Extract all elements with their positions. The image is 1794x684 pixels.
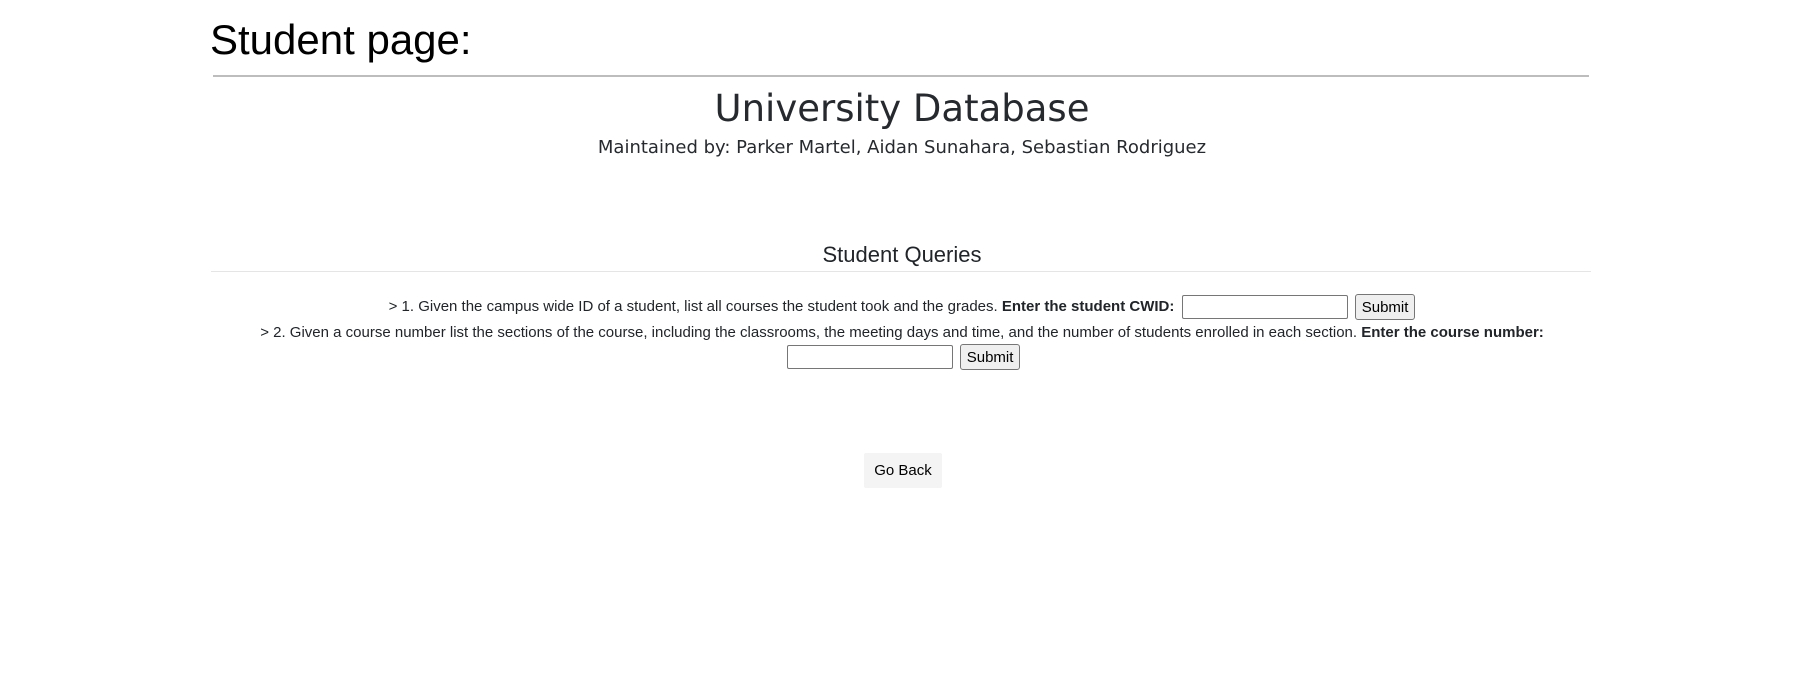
- query-1-text: > 1. Given the campus wide ID of a stude…: [388, 298, 998, 315]
- course-submit-button[interactable]: Submit: [959, 344, 1021, 371]
- student-page: Student page: University Database Mainta…: [0, 0, 1794, 684]
- query-2: > 2. Given a course number list the sect…: [0, 322, 1794, 344]
- top-divider: [213, 75, 1589, 77]
- query-1-prompt: Enter the student CWID:: [1001, 298, 1175, 315]
- database-title: University Database: [714, 87, 1090, 130]
- query-2-form: Submit: [0, 343, 1794, 371]
- cwid-input[interactable]: [1181, 295, 1348, 320]
- cwid-submit-button[interactable]: Submit: [1354, 294, 1416, 321]
- page-heading: Student page:: [210, 16, 472, 63]
- go-back-button[interactable]: Go Back: [864, 453, 942, 488]
- course-number-input[interactable]: [786, 345, 953, 370]
- student-queries-title: Student Queries: [822, 242, 982, 267]
- query-1: > 1. Given the campus wide ID of a stude…: [0, 294, 1794, 321]
- maintainers-text: Maintained by: Parker Martel, Aidan Suna…: [597, 137, 1207, 158]
- query-2-prompt: Enter the course number:: [1361, 324, 1544, 341]
- queries-divider: [211, 271, 1591, 272]
- query-2-text: > 2. Given a course number list the sect…: [260, 324, 1358, 341]
